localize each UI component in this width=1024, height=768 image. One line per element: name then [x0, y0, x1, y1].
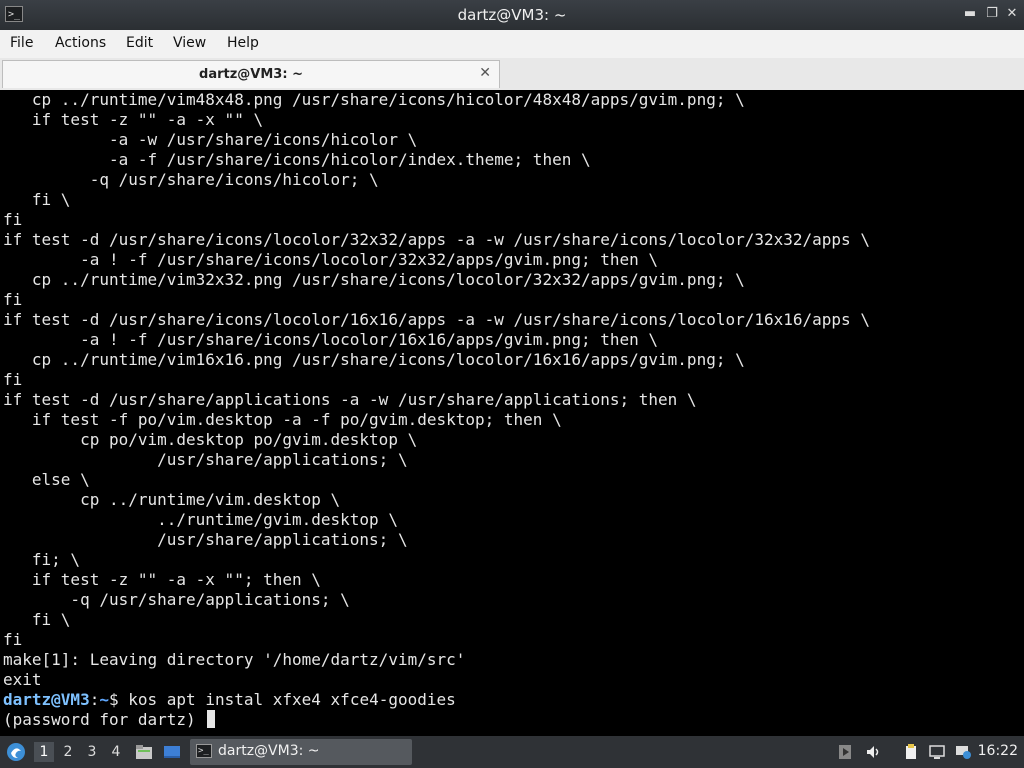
tab-label: dartz@VM3: ~: [199, 67, 303, 82]
prompt-separator: :: [89, 690, 100, 709]
menu-actions[interactable]: Actions: [55, 35, 106, 51]
terminal-line: -q /usr/share/icons/hicolor; \: [3, 170, 379, 189]
tab-close-icon[interactable]: ✕: [479, 65, 491, 81]
terminal-line: cp po/vim.desktop po/gvim.desktop \: [3, 430, 418, 449]
terminal-line: fi \: [3, 610, 71, 629]
password-line[interactable]: (password for dartz): [3, 710, 216, 730]
terminal-output[interactable]: cp ../runtime/vim48x48.png /usr/share/ic…: [0, 90, 1024, 736]
prompt-symbol: $: [108, 690, 119, 709]
terminal-line: cp ../runtime/vim.desktop \: [3, 490, 341, 509]
network-icon[interactable]: [928, 743, 946, 761]
workspace-4[interactable]: 4: [106, 742, 126, 762]
start-menu-icon[interactable]: [6, 742, 26, 762]
terminal-line: fi: [3, 630, 23, 649]
show-desktop-icon[interactable]: [162, 742, 182, 762]
clipboard-icon[interactable]: [902, 743, 920, 761]
terminal-line: -a ! -f /usr/share/icons/locolor/16x16/a…: [3, 330, 659, 349]
terminal-line: if test -z "" -a -x "" \: [3, 110, 264, 129]
terminal-line: /usr/share/applications; \: [3, 450, 408, 469]
taskbar-terminal-task[interactable]: >_ dartz@VM3: ~: [190, 739, 412, 765]
menu-edit[interactable]: Edit: [126, 35, 153, 51]
menu-view[interactable]: View: [173, 35, 206, 51]
screenshot-icon[interactable]: [836, 743, 854, 761]
terminal-line: -a ! -f /usr/share/icons/locolor/32x32/a…: [3, 250, 659, 269]
workspace-3[interactable]: 3: [82, 742, 102, 762]
terminal-line: cp ../runtime/vim32x32.png /usr/share/ic…: [3, 270, 745, 289]
prompt-line: dartz@VM3:~$ kos apt instal xfxe4 xfce4-…: [3, 690, 456, 710]
prompt-user: dartz@VM3: [3, 690, 90, 709]
terminal-line: else \: [3, 470, 90, 489]
menu-bar: File Actions Edit View Help: [0, 30, 1024, 59]
file-manager-icon[interactable]: [134, 742, 154, 762]
terminal-line: -q /usr/share/applications; \: [3, 590, 350, 609]
terminal-line: if test -d /usr/share/icons/locolor/32x3…: [3, 230, 870, 249]
terminal-line: /usr/share/applications; \: [3, 530, 408, 549]
terminal-line: fi: [3, 210, 23, 229]
chat-icon[interactable]: [954, 743, 972, 761]
tab-terminal[interactable]: dartz@VM3: ~ ✕: [2, 60, 500, 88]
menu-help[interactable]: Help: [227, 35, 259, 51]
minimize-button[interactable]: ▬: [962, 6, 978, 22]
terminal-line: if test -d /usr/share/applications -a -w…: [3, 390, 697, 409]
terminal-line: -a -w /usr/share/icons/hicolor \: [3, 130, 418, 149]
terminal-line: cp ../runtime/vim16x16.png /usr/share/ic…: [3, 350, 745, 369]
prompt-path: ~: [99, 690, 109, 709]
taskbar: 1 2 3 4 >_ dartz@VM3: ~ 16:22: [0, 736, 1024, 768]
window-titlebar[interactable]: >_ dartz@VM3: ~ ▬ ❐ ✕: [0, 0, 1024, 30]
terminal-line: fi: [3, 370, 23, 389]
terminal-line: fi \: [3, 190, 71, 209]
text-cursor: [207, 710, 216, 728]
workspace-1[interactable]: 1: [34, 742, 54, 762]
terminal-line: if test -d /usr/share/icons/locolor/16x1…: [3, 310, 870, 329]
task-label: dartz@VM3: ~: [218, 743, 320, 759]
window-title: dartz@VM3: ~: [457, 6, 567, 24]
terminal-line: make[1]: Leaving directory '/home/dartz/…: [3, 650, 466, 669]
task-terminal-icon: >_: [196, 744, 212, 758]
terminal-line: exit: [3, 670, 42, 689]
maximize-button[interactable]: ❐: [984, 6, 1000, 22]
command-text: kos apt instal xfxe4 xfce4-goodies: [118, 690, 456, 709]
terminal-line: fi; \: [3, 550, 81, 569]
tab-bar: dartz@VM3: ~ ✕: [0, 58, 1024, 91]
clock: 16:22: [977, 743, 1018, 759]
menu-file[interactable]: File: [10, 35, 33, 51]
volume-icon[interactable]: [864, 743, 882, 761]
password-prompt: (password for dartz): [3, 710, 206, 729]
close-button[interactable]: ✕: [1004, 6, 1020, 22]
terminal-line: ../runtime/gvim.desktop \: [3, 510, 398, 529]
workspace-2[interactable]: 2: [58, 742, 78, 762]
terminal-line: -a -f /usr/share/icons/hicolor/index.the…: [3, 150, 591, 169]
terminal-line: cp ../runtime/vim48x48.png /usr/share/ic…: [3, 90, 745, 109]
terminal-line: if test -f po/vim.desktop -a -f po/gvim.…: [3, 410, 562, 429]
terminal-line: if test -z "" -a -x ""; then \: [3, 570, 321, 589]
terminal-line: fi: [3, 290, 23, 309]
